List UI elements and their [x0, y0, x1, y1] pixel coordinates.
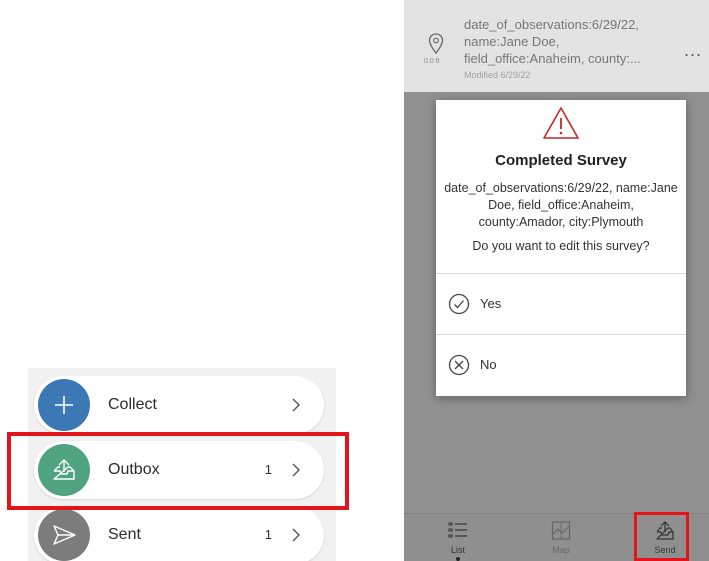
- map-icon: [551, 521, 571, 540]
- tab-map[interactable]: Map: [531, 514, 591, 561]
- warning-icon: [543, 107, 579, 139]
- dialog-title: Completed Survey: [495, 152, 627, 169]
- more-options-icon[interactable]: ...: [684, 40, 702, 61]
- chevron-right-icon: [292, 398, 300, 412]
- dialog-question: Do you want to edit this survey?: [472, 239, 650, 253]
- survey-outbox-screen: 0.0 ft date_of_observations:6/29/22, nam…: [404, 0, 709, 561]
- modified-date: Modified 6/29/22: [464, 70, 531, 80]
- yes-option[interactable]: Yes: [436, 274, 686, 334]
- dialog-body: date_of_observations:6/29/22, name:Jane …: [444, 181, 678, 229]
- map-pin-icon: [428, 33, 444, 55]
- completed-survey-dialog: Completed Survey date_of_observations:6/…: [436, 100, 686, 396]
- record-summary: date_of_observations:6/29/22, name:Jane …: [464, 16, 679, 67]
- active-indicator: [456, 557, 460, 561]
- yes-label: Yes: [480, 296, 502, 311]
- sent-label: Sent: [108, 526, 141, 543]
- outbox-highlight-box: [7, 432, 349, 510]
- tab-list-label: List: [450, 545, 465, 555]
- list-icon: [448, 522, 467, 538]
- sent-menu-item[interactable]: Sent 1: [34, 506, 324, 561]
- check-circle-icon: [448, 293, 470, 315]
- sent-count: 1: [264, 527, 272, 542]
- x-circle-icon: [448, 354, 470, 376]
- no-option[interactable]: No: [436, 335, 686, 395]
- collect-menu-item[interactable]: Collect: [34, 376, 324, 434]
- plus-icon: [55, 396, 73, 414]
- collect-label: Collect: [108, 396, 157, 413]
- record-line-3: field_office:Anaheim, county:...: [464, 51, 641, 66]
- record-line-1: date_of_observations:6/29/22,: [464, 17, 639, 32]
- tab-list[interactable]: List: [428, 514, 488, 561]
- record-list-item[interactable]: 0.0 ft date_of_observations:6/29/22, nam…: [404, 0, 709, 92]
- chevron-right-icon: [292, 528, 300, 542]
- tab-map-label: Map: [552, 545, 570, 555]
- sent-circle: [38, 509, 90, 561]
- collect-circle: [38, 379, 90, 431]
- send-highlight-box: [634, 512, 689, 561]
- record-line-2: name:Jane Doe,: [464, 34, 560, 49]
- paper-plane-icon: [53, 525, 76, 545]
- no-label: No: [480, 357, 497, 372]
- distance-label: 0.0 ft: [424, 58, 440, 65]
